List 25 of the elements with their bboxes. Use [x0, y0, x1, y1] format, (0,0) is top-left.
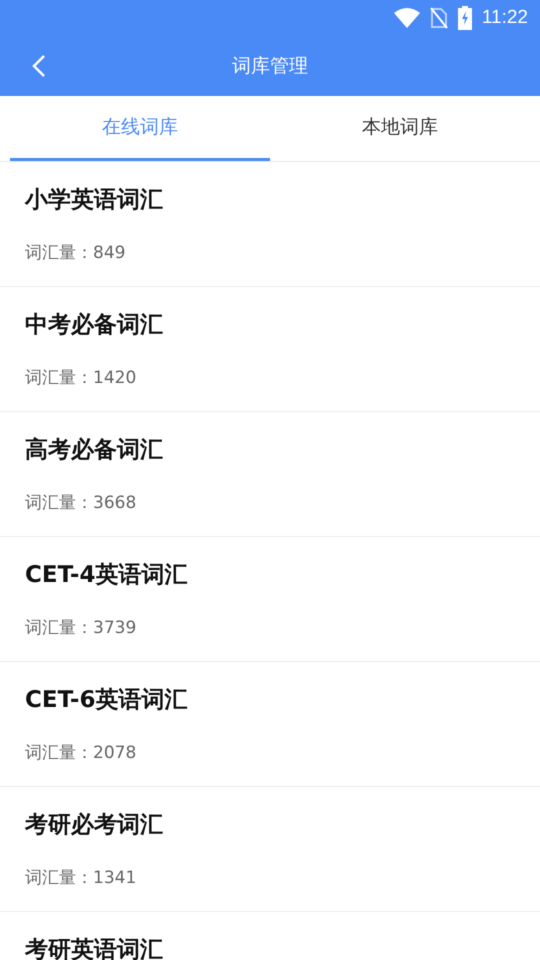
word-count: 词汇量：2078 — [25, 742, 138, 764]
tab[interactable]: 本地词库 — [270, 96, 530, 161]
word-list-item[interactable]: 考研必考词汇 词汇量：1341 — [0, 787, 540, 912]
wifi-icon — [394, 8, 420, 28]
word-list-name: 中考必备词汇 — [25, 311, 164, 340]
word-list-name: 考研必考词汇 — [25, 811, 164, 840]
word-list-name: 小学英语词汇 — [25, 186, 164, 215]
word-list-item[interactable]: CET-6英语词汇 词汇量：2078 — [0, 662, 540, 787]
screen-title: 词库管理 — [232, 54, 308, 79]
word-list-name: CET-4英语词汇 — [25, 561, 188, 590]
word-list-name: 高考必备词汇 — [25, 436, 164, 465]
word-count: 词汇量：849 — [25, 242, 126, 264]
no-sim-icon — [430, 7, 448, 29]
word-list-item[interactable]: 高考必备词汇 词汇量：3668 — [0, 412, 540, 537]
word-count: 词汇量：1420 — [25, 367, 138, 389]
status-time: 11:22 — [482, 7, 528, 29]
battery-charging-icon — [458, 6, 472, 30]
word-count: 词汇量：3668 — [25, 492, 138, 514]
word-list-item[interactable]: 中考必备词汇 词汇量：1420 — [0, 287, 540, 412]
back-icon — [32, 54, 46, 78]
word-count: 词汇量：1341 — [25, 867, 138, 889]
word-list-item[interactable]: CET-4英语词汇 词汇量：3739 — [0, 537, 540, 662]
word-count: 词汇量：3739 — [25, 617, 138, 639]
word-list-name: CET-6英语词汇 — [25, 686, 188, 715]
word-list-item[interactable]: 小学英语词汇 词汇量：849 — [0, 162, 540, 287]
